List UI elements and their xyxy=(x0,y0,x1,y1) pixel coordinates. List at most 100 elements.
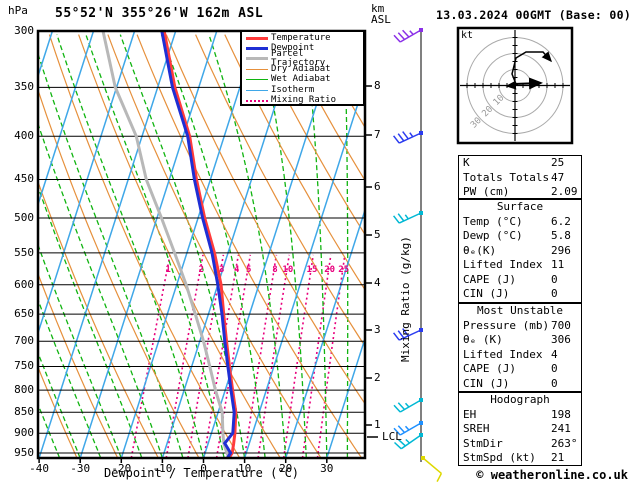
mixing-ratio-value-label: 20 xyxy=(324,265,336,275)
legend-item: Isotherm xyxy=(242,85,363,95)
pressure-tick-label: 950 xyxy=(14,446,34,460)
wind-barb-half xyxy=(409,132,414,138)
mixing-ratio-value-label: 1 xyxy=(165,265,171,275)
table-row-value: 4 xyxy=(551,347,558,361)
pressure-axis-unit: hPa xyxy=(8,4,28,17)
pressure-tick-label: 500 xyxy=(14,211,34,225)
wind-barb-station-dot xyxy=(419,211,423,215)
pressure-tick-label: 600 xyxy=(14,277,34,291)
temp-tick-label: 20 xyxy=(279,462,293,475)
wind-barb-full xyxy=(397,213,405,222)
table-row-value: 21 xyxy=(551,451,565,464)
wind-barb-staff xyxy=(400,434,422,450)
wind-barb-station-dot xyxy=(419,421,423,425)
mixing-ratio-value-label: 15 xyxy=(306,265,318,275)
temp-tick-label: -20 xyxy=(111,462,132,475)
indices-table-section: Surface Temp (°C) 6.2 Dewp (°C) 5.8 θₑ(K) 296 L… xyxy=(458,199,582,303)
legend-item-label: Isotherm xyxy=(271,84,315,95)
table-row-label: StmSpd (kt) xyxy=(463,451,536,464)
table-row-value: 5.8 xyxy=(551,229,571,242)
wind-barb-station-dot xyxy=(419,328,423,332)
pressure-tick-label: 650 xyxy=(14,307,34,321)
wind-barb-half xyxy=(404,425,410,431)
table-row: θₑ (K) 306 xyxy=(459,333,581,348)
km-tick-label: 1 xyxy=(374,418,381,431)
temp-tick-label: 0 xyxy=(200,462,207,475)
table-row-value: 6.2 xyxy=(551,214,571,228)
table-row-value: 25 xyxy=(551,156,565,169)
table-row: Dewp (°C) 5.8 xyxy=(459,229,581,244)
table-row-label: PW (cm) xyxy=(463,185,510,198)
mixing-ratio-value-label: 25 xyxy=(338,265,350,275)
table-row: CAPE (J) 0 xyxy=(459,273,581,288)
pressure-tick-label: 550 xyxy=(14,245,34,259)
table-row: StmDir 263° xyxy=(459,437,581,452)
table-row: CIN (J) 0 xyxy=(459,287,581,302)
pressure-tick-label: 750 xyxy=(14,359,34,373)
table-row-label: CIN (J) xyxy=(463,287,510,300)
indices-table-section: Most Unstable Pressure (mb) 700 θₑ (K) 306 Li… xyxy=(458,303,582,392)
legend-line-sample xyxy=(246,89,268,91)
table-row-value: 11 xyxy=(551,258,565,271)
page-title: 55°52'N 355°26'W 162m ASL xyxy=(55,6,264,21)
table-row: K 25 xyxy=(459,156,581,171)
km-axis-unit: km ASL xyxy=(371,2,391,26)
table-section-title: Surface xyxy=(496,200,544,213)
wind-barb-full xyxy=(393,135,400,144)
hodograph-storm-vector xyxy=(513,77,543,90)
table-row-value: 700 xyxy=(551,318,571,332)
legend-line-sample xyxy=(246,57,268,61)
wind-barb-station-dot xyxy=(421,456,425,460)
pressure-tick-label: 300 xyxy=(14,24,34,37)
lcl-label: LCL xyxy=(382,430,402,443)
legend-line-sample xyxy=(246,79,268,81)
wind-barb-station-dot xyxy=(419,433,423,437)
table-row: EH 198 xyxy=(459,408,581,423)
chart-datetime: 13.03.2024 00GMT (Base: 00) xyxy=(436,8,629,22)
table-row-value: 2.09 xyxy=(551,185,578,198)
pressure-tick-label: 400 xyxy=(14,129,34,143)
wind-barb-full xyxy=(393,215,400,224)
pressure-tick-label: 450 xyxy=(14,172,34,186)
hodograph-inflow-arrow xyxy=(505,80,519,90)
mixing-ratio-axis-label: Mixing Ratio (g/kg) xyxy=(399,236,412,362)
wind-barb-half xyxy=(404,402,410,408)
legend-line-sample xyxy=(246,47,268,51)
pressure-tick-label: 900 xyxy=(14,426,34,440)
table-row-label: Pressure (mb) xyxy=(463,318,550,332)
legend-item-label: Dry Adiabat xyxy=(271,63,331,74)
copyright: © weatheronline.co.uk xyxy=(476,468,628,482)
temp-tick-label: 10 xyxy=(237,462,252,475)
wind-barb-staff xyxy=(399,422,422,436)
table-section-title: Most Unstable xyxy=(476,304,564,317)
mixing-ratio-value-label: 10 xyxy=(282,265,294,275)
table-row: SREH 241 xyxy=(459,422,581,437)
table-row-value: 198 xyxy=(551,407,571,421)
mixing-ratio-value-label: 2 xyxy=(198,265,204,275)
wind-barb-full xyxy=(397,133,405,142)
table-row: Totals Totals 47 xyxy=(459,171,581,186)
wind-barb-full xyxy=(402,29,410,38)
table-row-label: StmDir xyxy=(463,436,503,450)
km-tick-label: 3 xyxy=(374,323,381,336)
legend-item-label: Mixing Ratio xyxy=(271,95,337,106)
km-tick-label: 4 xyxy=(374,276,381,289)
wind-barb-full xyxy=(397,402,406,411)
mixing-ratio-value-label: 3 xyxy=(218,265,225,275)
legend-item: Wet Adiabat xyxy=(242,75,363,85)
table-row-label: K xyxy=(463,156,470,169)
pressure-tick-label: 850 xyxy=(14,405,34,419)
wind-barb-half xyxy=(405,438,411,444)
skewt-sounding-screen: 10 20 30 hPa 55°52'N 355°26'W 162m ASL km … xyxy=(0,0,629,486)
legend-item: Parcel Trajectory xyxy=(242,49,363,67)
table-row-label: CIN (J) xyxy=(463,376,510,390)
wet-adiabat-line xyxy=(368,35,378,458)
wind-barb-full xyxy=(393,404,401,413)
temp-tick-label: -30 xyxy=(70,462,91,475)
km-tick-label: 2 xyxy=(374,371,381,384)
table-row: Pressure (mb) 700 xyxy=(459,319,581,334)
table-row-label: SREH xyxy=(463,422,490,435)
table-row-label: CAPE (J) xyxy=(463,362,516,375)
table-row-label: θₑ (K) xyxy=(463,333,503,346)
table-row-value: 296 xyxy=(551,243,571,257)
